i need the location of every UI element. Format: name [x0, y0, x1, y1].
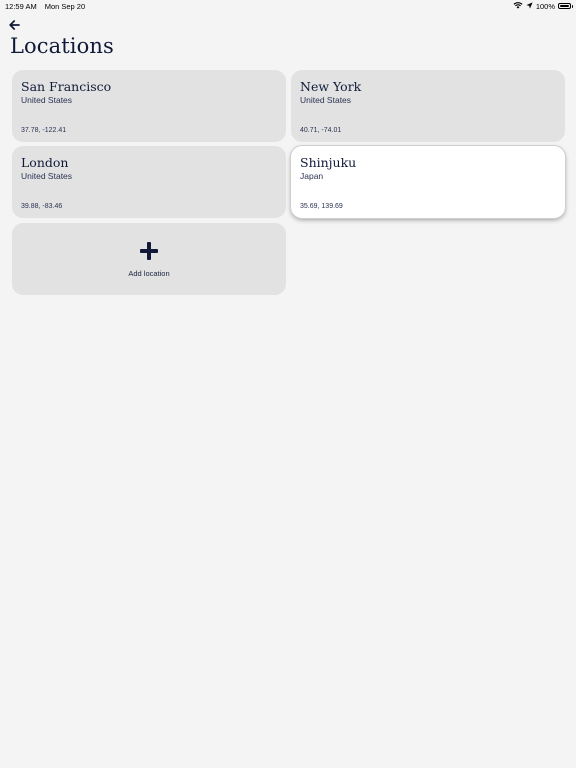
status-time: 12:59 AM: [5, 2, 37, 11]
location-name: Shinjuku: [300, 155, 357, 170]
location-name: New York: [300, 79, 362, 94]
location-coords: 39.88, -83.46: [21, 203, 63, 210]
location-name: San Francisco: [21, 79, 112, 94]
status-left: 12:59 AM Mon Sep 20: [5, 2, 85, 11]
location-country: United States: [21, 171, 73, 181]
location-card-new-york[interactable]: New York United States 40.71, -74.01: [291, 70, 565, 142]
status-bar: 12:59 AM Mon Sep 20 100%: [0, 0, 576, 12]
battery-percent: 100%: [535, 1, 555, 11]
back-button[interactable]: [7, 19, 21, 33]
location-country: Japan: [300, 171, 324, 181]
add-location-button[interactable]: Add location: [12, 223, 286, 295]
status-right: 100%: [513, 1, 573, 11]
location-coords: 35.69, 139.69: [300, 203, 343, 210]
location-coords: 40.71, -74.01: [300, 127, 342, 134]
location-card-san-francisco[interactable]: San Francisco United States 37.78, -122.…: [12, 70, 286, 142]
add-location-label: Add location: [128, 269, 170, 278]
location-coords: 37.78, -122.41: [21, 127, 67, 134]
page-title: Locations: [10, 34, 114, 58]
plus-icon: [139, 241, 159, 261]
location-card-london[interactable]: London United States 39.88, -83.46: [12, 146, 286, 218]
status-date: Mon Sep 20: [44, 2, 86, 11]
battery-level: [560, 5, 569, 7]
location-country: United States: [21, 95, 73, 105]
location-card-shinjuku[interactable]: Shinjuku Japan 35.69, 139.69: [291, 146, 565, 218]
wifi-icon: [513, 1, 523, 11]
location-country: United States: [300, 95, 352, 105]
location-name: London: [21, 155, 69, 170]
location-arrow-icon: [526, 1, 533, 11]
battery-icon: [558, 3, 573, 9]
arrow-left-icon: [8, 17, 20, 35]
